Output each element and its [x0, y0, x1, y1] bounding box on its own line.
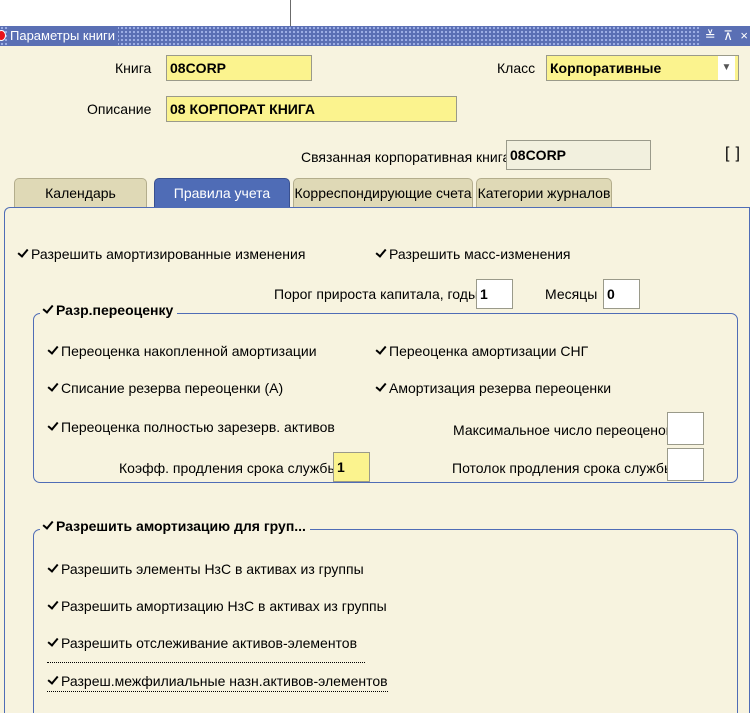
allow-cip-depr-checkbox[interactable]: Разрешить амортизацию НзС в активах из г… [47, 598, 387, 614]
tab-offset-accounts[interactable]: Корреспондирующие счета [293, 178, 473, 208]
tab-accounting-rules[interactable]: Правила учета [154, 178, 290, 208]
reval-fully-reserved-checkbox[interactable]: Переоценка полностью зарезерв. активов [47, 419, 335, 435]
checkmark-icon [375, 345, 386, 356]
max-revaluations-label: Максимальное число переоценок [453, 422, 672, 438]
tab-calendar[interactable]: Календарь [14, 178, 147, 208]
window-controls[interactable]: ≚ ⊼ × [700, 26, 750, 46]
allow-mass-changes-checkbox[interactable]: Разрешить масс-изменения [375, 246, 571, 262]
allow-member-tracking-checkbox[interactable]: Разрешить отслеживание активов-элементов [47, 635, 357, 651]
tab-journal-categories[interactable]: Категории журналов [476, 178, 612, 208]
life-extension-factor-label: Коэфф. продления срока службы [119, 460, 338, 476]
descriptive-flexfield[interactable]: [] [725, 145, 740, 163]
checkmark-icon [17, 248, 28, 259]
reval-accum-depr-checkbox[interactable]: Переоценка накопленной амортизации [47, 343, 317, 359]
reval-ytd-depr-label: Переоценка амортизации СНГ [389, 343, 589, 359]
checkmark-icon [47, 345, 58, 356]
reval-accum-depr-label: Переоценка накопленной амортизации [61, 343, 317, 359]
allow-cip-depr-label: Разрешить амортизацию НзС в активах из г… [61, 598, 387, 614]
chevron-down-icon[interactable]: ▼ [718, 56, 735, 80]
amortize-reval-reserve-label: Амортизация резерва переоценки [389, 380, 612, 396]
linked-book-label: Связанная корпоративная книга [301, 149, 511, 165]
life-extension-ceiling-label: Потолок продления срока службы [452, 460, 675, 476]
checkmark-icon [47, 675, 58, 686]
allow-member-tracking-label: Разрешить отслеживание активов-элементов [61, 635, 358, 651]
life-extension-factor-field[interactable]: 1 [333, 452, 370, 482]
reval-ytd-depr-checkbox[interactable]: Переоценка амортизации СНГ [375, 343, 588, 359]
linked-book-field[interactable]: 08CORP [506, 140, 651, 170]
allow-amortized-changes-label: Разрешить амортизированные изменения [31, 246, 306, 262]
revaluation-group [33, 313, 738, 483]
allow-amortized-changes-checkbox[interactable]: Разрешить амортизированные изменения [17, 246, 305, 262]
checkmark-icon [47, 600, 58, 611]
retire-reval-reserve-checkbox[interactable]: Списание резерва переоценки (A) [47, 380, 283, 396]
class-select[interactable]: Корпоративные ▼ [546, 55, 739, 81]
months-field[interactable]: 0 [603, 279, 640, 309]
checkmark-icon [42, 520, 53, 531]
allow-cip-members-label: Разрешить элементы НзС в активах из груп… [61, 561, 364, 577]
revaluation-group-title[interactable]: Разр.переоценку [40, 302, 178, 318]
cap-gain-threshold-label: Порог прироста капитала, годы [274, 286, 479, 302]
title-bar: Параметры книги ≚ ⊼ × [0, 26, 750, 46]
focus-outline [47, 662, 365, 663]
checkmark-icon [42, 304, 53, 315]
class-label: Класс [497, 60, 536, 76]
life-extension-ceiling-field[interactable] [667, 448, 704, 481]
window-border-line [290, 0, 291, 26]
cap-gain-threshold-field[interactable]: 1 [476, 279, 513, 309]
description-label: Описание [87, 101, 152, 117]
class-select-value: Корпоративные [550, 60, 662, 76]
checkmark-icon [47, 421, 58, 432]
checkmark-icon [47, 637, 58, 648]
allow-interco-member-label: Разреш.межфилиальные назн.активов-элемен… [61, 673, 388, 689]
window-title: Параметры книги [9, 26, 119, 46]
allow-cip-members-checkbox[interactable]: Разрешить элементы НзС в активах из груп… [47, 561, 364, 577]
allow-interco-member-checkbox[interactable]: Разреш.межфилиальные назн.активов-элемен… [47, 673, 388, 692]
book-label: Книга [115, 60, 152, 76]
checkmark-icon [375, 382, 386, 393]
retire-reval-reserve-label: Списание резерва переоценки (A) [61, 380, 284, 396]
description-field[interactable]: 08 КОРПОРАТ КНИГА [166, 96, 457, 122]
amortize-reval-reserve-checkbox[interactable]: Амортизация резерва переоценки [375, 380, 611, 396]
max-revaluations-field[interactable] [667, 412, 704, 445]
group-depreciation-title[interactable]: Разрешить амортизацию для груп... [40, 518, 310, 534]
months-label: Месяцы [545, 286, 598, 302]
allow-mass-changes-label: Разрешить масс-изменения [389, 246, 571, 262]
reval-fully-reserved-label: Переоценка полностью зарезерв. активов [61, 419, 335, 435]
checkmark-icon [47, 563, 58, 574]
oracle-window-icon [0, 30, 6, 41]
checkmark-icon [47, 382, 58, 393]
checkmark-icon [375, 248, 386, 259]
book-field[interactable]: 08CORP [166, 55, 312, 81]
